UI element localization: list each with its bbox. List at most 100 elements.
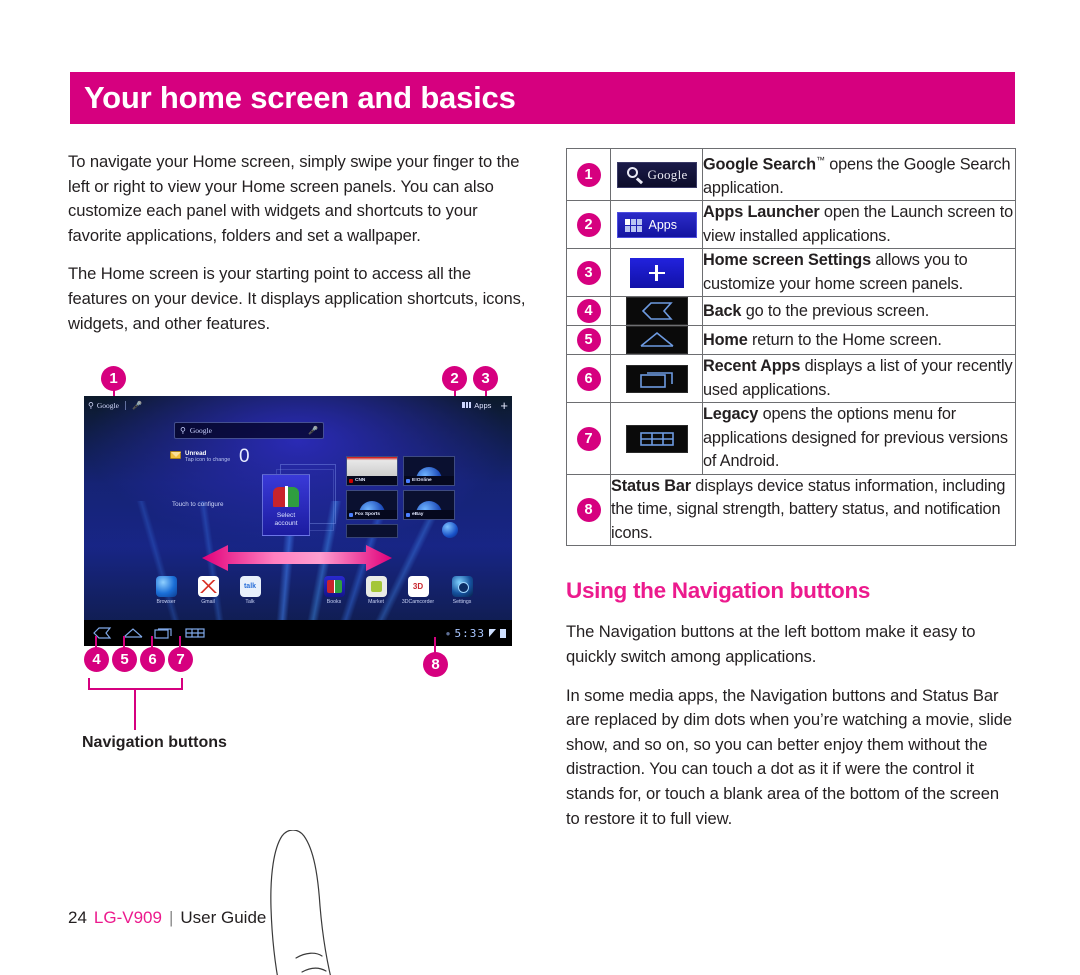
row-badge: 1 bbox=[576, 162, 601, 187]
books-icon bbox=[323, 576, 345, 597]
google-search-label[interactable]: Google bbox=[97, 401, 119, 410]
figure-leader-8 bbox=[434, 637, 436, 653]
trademark-mark: ™ bbox=[815, 155, 825, 165]
envelope-icon bbox=[170, 451, 181, 459]
footer-separator: | bbox=[168, 908, 174, 927]
table-row: 2 Apps Apps Launcher open the Launch scr… bbox=[566, 200, 1016, 250]
page-header-band: Your home screen and basics bbox=[70, 72, 1015, 124]
market-icon bbox=[365, 576, 387, 597]
battery-icon bbox=[500, 628, 506, 638]
figure-callout-3: 3 bbox=[473, 366, 498, 391]
unread-widget-title: Unread bbox=[185, 450, 207, 457]
row-description-cell: Status Bar displays device status inform… bbox=[610, 473, 1016, 547]
row-icon-cell bbox=[610, 402, 703, 475]
bookmark-thumbnail bbox=[347, 457, 397, 478]
unread-widget-count: 0 bbox=[239, 446, 250, 467]
row-badge: 2 bbox=[576, 212, 601, 237]
apps-icon-text: Apps bbox=[648, 217, 678, 232]
table-row: 6 Recent Apps displays a list of your re… bbox=[566, 354, 1016, 404]
figure-bracket-right-tick bbox=[181, 678, 183, 690]
talk-icon: talk bbox=[239, 576, 261, 597]
swipe-direction-arrow bbox=[202, 544, 392, 572]
bookmark-tile[interactable]: CNN bbox=[346, 456, 398, 486]
row-description-text: go to the previous screen. bbox=[741, 301, 930, 320]
apps-launcher-label[interactable]: Apps bbox=[474, 401, 491, 410]
google-magnifier-icon[interactable]: ⚲ bbox=[88, 401, 94, 410]
bookmark-tile-label: CNN bbox=[347, 476, 397, 485]
row-number-cell: 4 bbox=[566, 296, 611, 327]
row-description-cell: Home screen Settings allows you to custo… bbox=[702, 248, 1016, 298]
book-icon bbox=[273, 486, 299, 507]
dock-app-settings[interactable]: Settings bbox=[442, 576, 482, 605]
figure-callout-4: 4 bbox=[84, 647, 109, 672]
row-icon-cell bbox=[610, 296, 703, 327]
footer-page-number: 24 bbox=[68, 908, 87, 927]
back-icon[interactable] bbox=[89, 625, 115, 641]
page-title: Your home screen and basics bbox=[84, 80, 516, 115]
status-bar-right: ● 5:33 bbox=[446, 627, 512, 640]
row-badge: 5 bbox=[576, 328, 601, 353]
bookmark-tile[interactable]: E!Online bbox=[403, 456, 455, 486]
legacy-menu-icon[interactable] bbox=[182, 625, 208, 641]
figure-leader-5 bbox=[123, 636, 125, 648]
table-row: 8 Status Bar displays device status info… bbox=[566, 473, 1016, 547]
recent-apps-icon[interactable] bbox=[151, 625, 177, 641]
tablet-device-screenshot: ⚲ Google 🎤 Apps + ⚲ Google 🎤 Unread Tap … bbox=[84, 396, 512, 646]
books-account-widget[interactable]: Select account bbox=[262, 474, 310, 536]
row-number-cell: 6 bbox=[566, 354, 611, 404]
dock-app-label: Browser bbox=[156, 599, 176, 605]
navigation-paragraph-2: In some media apps, the Navigation butto… bbox=[566, 685, 1012, 828]
tablet-figure: 1 2 3 ⚲ Google 🎤 Apps + ⚲ Google 🎤 Unrea… bbox=[68, 360, 528, 975]
search-widget-mic-icon[interactable]: 🎤 bbox=[308, 426, 318, 435]
row-term: Home screen Settings bbox=[703, 251, 872, 270]
apps-launcher-grid-icon[interactable] bbox=[462, 401, 472, 409]
row-number-cell: 2 bbox=[566, 200, 611, 250]
unread-email-widget[interactable]: Unread Tap icon to change bbox=[170, 450, 230, 464]
row-term: Legacy bbox=[703, 405, 759, 424]
google-search-icon: Google bbox=[616, 161, 697, 188]
dock-app-talk[interactable]: talk Talk bbox=[230, 576, 270, 605]
figure-callout-8: 8 bbox=[423, 652, 448, 677]
google-icon-text: Google bbox=[647, 166, 688, 182]
navigation-paragraph-1: The Navigation buttons at the left botto… bbox=[566, 622, 976, 667]
dock-app-camcorder[interactable]: 3D 3DCamcorder bbox=[398, 576, 438, 605]
dock-app-label: Books bbox=[326, 599, 342, 605]
figure-leader-4 bbox=[95, 636, 97, 648]
row-description: Home return to the Home screen. bbox=[703, 329, 1015, 353]
row-description-text: return to the Home screen. bbox=[747, 330, 942, 349]
bookmark-tile[interactable]: eBay bbox=[403, 490, 455, 520]
unread-widget-subtitle: Tap icon to change bbox=[185, 457, 231, 463]
row-badge: 4 bbox=[576, 299, 601, 324]
row-term: Home bbox=[703, 330, 748, 349]
figure-callout-5: 5 bbox=[112, 647, 137, 672]
globe-icon bbox=[442, 522, 458, 538]
page-footer: 24 LG-V909 | User Guide bbox=[68, 908, 266, 928]
home-screen-wallpaper: ⚲ Google 🎤 Apps + ⚲ Google 🎤 Unread Tap … bbox=[84, 396, 512, 646]
apps-launcher-icon: Apps bbox=[616, 211, 697, 238]
bookmark-tile-label: E!Online bbox=[404, 476, 454, 485]
dock-app-gmail[interactable]: Gmail bbox=[188, 576, 228, 605]
row-description-cell: Recent Apps displays a list of your rece… bbox=[702, 354, 1016, 404]
table-row: 4 Back go to the previous screen. bbox=[566, 296, 1016, 327]
home-settings-plus-icon[interactable]: + bbox=[500, 399, 508, 412]
home-screen-top-bar: ⚲ Google 🎤 Apps + bbox=[84, 396, 512, 414]
touch-to-configure-label[interactable]: Touch to configure bbox=[172, 501, 223, 508]
row-term: Google Search bbox=[703, 155, 816, 174]
bookmark-tile[interactable]: Fox Sports bbox=[346, 490, 398, 520]
table-row: 7 Legacy opens the options menu for appl… bbox=[566, 402, 1016, 475]
row-icon-cell bbox=[610, 325, 703, 356]
dock-app-books[interactable]: Books bbox=[314, 576, 354, 605]
books-widget-label-line1: Select bbox=[276, 512, 296, 519]
recent-apps-icon bbox=[625, 364, 688, 393]
figure-caption: Navigation buttons bbox=[82, 734, 227, 751]
voice-mic-icon[interactable]: 🎤 bbox=[132, 401, 142, 410]
row-badge: 7 bbox=[576, 426, 601, 451]
dock-app-browser[interactable]: Browser bbox=[146, 576, 186, 605]
intro-paragraph-2: The Home screen is your starting point t… bbox=[68, 264, 526, 333]
row-term: Apps Launcher bbox=[703, 203, 820, 222]
bookmark-tile-partial[interactable] bbox=[346, 524, 398, 538]
hand-illustration bbox=[218, 829, 518, 975]
dock-app-market[interactable]: Market bbox=[356, 576, 396, 605]
google-search-widget[interactable]: ⚲ Google 🎤 bbox=[174, 422, 324, 439]
row-description-cell: Back go to the previous screen. bbox=[702, 296, 1016, 327]
